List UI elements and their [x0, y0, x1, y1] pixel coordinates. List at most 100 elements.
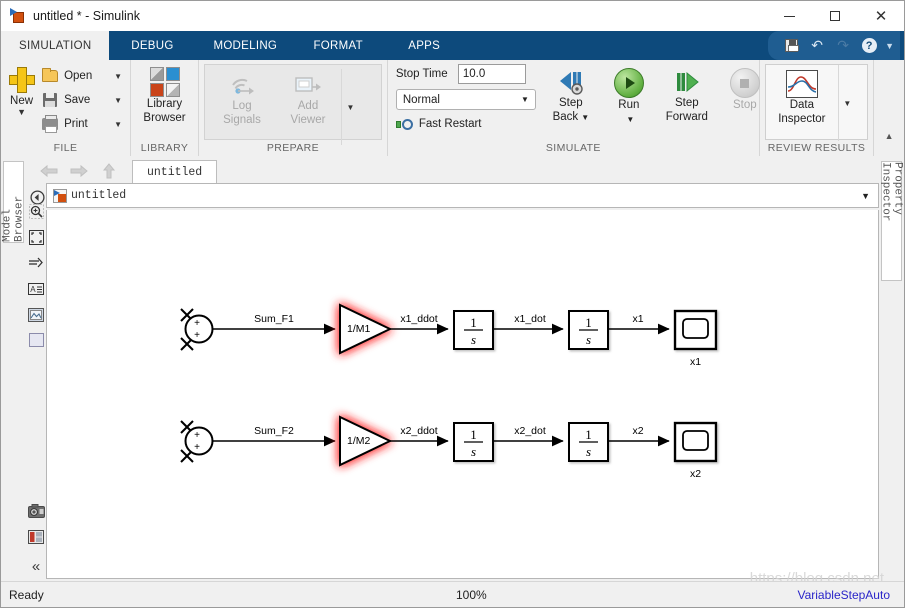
new-button[interactable]: New ▼ — [7, 64, 36, 117]
gain-label-2: 1/M2 — [347, 435, 371, 447]
print-button[interactable]: Print ▼ — [38, 112, 124, 136]
ribbon-group-simulate: Stop Time 10.0 Normal ▼ Fast Restart Ste… — [388, 60, 760, 156]
property-inspector-tab[interactable]: Property Inspector — [880, 161, 904, 281]
step-forward-label-line1: Step — [675, 97, 699, 109]
area-icon[interactable] — [26, 327, 46, 353]
integrator-numerator-1a: 1 — [470, 315, 477, 330]
data-inspector-icon — [785, 70, 818, 98]
add-viewer-label-line1: Add — [297, 100, 319, 112]
new-chevron-down-icon[interactable]: ▼ — [17, 108, 26, 117]
ribbon-collapse-column: ▲ — [874, 60, 904, 156]
simulink-app-icon — [10, 8, 26, 24]
signal-label-x1: x1 — [632, 313, 643, 325]
scope-block-2[interactable]: x2 — [673, 421, 718, 480]
close-button[interactable]: ✕ — [858, 1, 904, 31]
collapse-toolbar-icon[interactable]: « — [26, 553, 46, 579]
nav-back-icon[interactable] — [34, 159, 64, 183]
sum-sign-1: + — [194, 430, 200, 441]
step-forward-label-line2: Forward — [665, 111, 708, 123]
integrator-block-1b[interactable]: 1 s — [568, 310, 609, 350]
step-back-button[interactable]: Step Back ▼ — [542, 65, 600, 125]
model-canvas[interactable]: + + Sum_F1 1/M1 x1_ddot 1 s x1_dot 1 s x… — [46, 210, 879, 579]
print-chevron-down-icon[interactable]: ▼ — [114, 120, 122, 129]
quick-access-chevron-down-icon[interactable]: ▼ — [885, 41, 894, 51]
redo-icon[interactable]: ↷ — [831, 35, 855, 57]
scope-block-1[interactable]: x1 — [673, 309, 718, 368]
folder-icon — [40, 68, 60, 82]
model-tab-untitled[interactable]: untitled — [132, 160, 218, 183]
image-icon[interactable] — [26, 302, 46, 328]
status-ready-text: Ready — [9, 587, 44, 602]
save-icon[interactable] — [779, 35, 803, 57]
breadcrumb-chevron-down-icon[interactable]: ▼ — [861, 191, 870, 201]
save-button[interactable]: Save ▼ — [38, 88, 124, 112]
report-icon[interactable] — [26, 524, 46, 550]
prepare-overflow-chevron-down-icon[interactable]: ▼ — [341, 69, 359, 145]
integrator-numerator-2b: 1 — [585, 427, 592, 442]
review-overflow-chevron-down-icon[interactable]: ▼ — [837, 65, 856, 141]
camera-icon[interactable] — [26, 498, 46, 524]
minimize-button[interactable] — [766, 1, 812, 31]
library-browser-button[interactable]: Library Browser — [137, 64, 192, 125]
maximize-button[interactable] — [812, 1, 858, 31]
data-inspector-button[interactable]: Data Inspector — [766, 65, 838, 126]
simulation-mode-select[interactable]: Normal ▼ — [395, 89, 536, 110]
sum-block-2[interactable]: + + — [180, 420, 214, 463]
tab-debug[interactable]: DEBUG — [109, 31, 195, 60]
fit-to-view-icon[interactable] — [26, 225, 46, 251]
simulation-settings: Stop Time 10.0 Normal ▼ Fast Restart — [388, 60, 542, 133]
run-icon — [613, 68, 644, 98]
breadcrumb: untitled ▼ — [46, 183, 879, 208]
undo-icon[interactable]: ↶ — [805, 35, 829, 57]
status-solver[interactable]: VariableStepAuto — [797, 588, 890, 602]
library-browser-icon — [149, 67, 180, 97]
tab-format[interactable]: FORMAT — [295, 31, 381, 60]
tab-apps[interactable]: APPS — [381, 31, 467, 60]
sum-block-1[interactable]: + + — [180, 308, 214, 351]
log-signals-label-line2: Signals — [223, 114, 261, 126]
status-zoom-level[interactable]: 100% — [456, 588, 487, 602]
model-browser-tab[interactable]: Model Browser — [2, 161, 26, 243]
annotation-icon[interactable]: A — [26, 276, 46, 302]
run-button[interactable]: Run ▼ — [600, 65, 658, 127]
breadcrumb-model-name: untitled — [71, 189, 127, 202]
fast-restart-toggle[interactable]: Fast Restart — [395, 115, 536, 133]
signal-label-x1-dot: x1_dot — [514, 313, 546, 325]
stop-time-input[interactable]: 10.0 — [457, 64, 526, 84]
editor-navbar: untitled — [26, 157, 879, 183]
integrator-denominator-1b: s — [586, 332, 591, 347]
nav-up-icon[interactable] — [94, 159, 124, 183]
zoom-in-icon[interactable] — [26, 199, 46, 225]
disk-icon — [40, 93, 60, 107]
signal-label-sum-f2: Sum_F2 — [254, 425, 294, 437]
window-controls: ✕ — [766, 1, 904, 31]
group-label-simulate: SIMULATE — [545, 142, 601, 154]
log-signals-icon — [228, 73, 256, 99]
tab-modeling[interactable]: MODELING — [195, 31, 295, 60]
gain-label-1: 1/M1 — [347, 323, 371, 335]
data-inspector-label-line1: Data — [789, 99, 814, 111]
integrator-block-2b[interactable]: 1 s — [568, 422, 609, 462]
gain-block-2[interactable]: 1/M2 — [339, 415, 393, 467]
log-signals-button[interactable]: Log Signals — [209, 69, 275, 127]
add-viewer-icon — [294, 73, 322, 99]
integrator-block-1a[interactable]: 1 s — [453, 310, 494, 350]
simulink-window: untitled * - Simulink ✕ SIMULATION DEBUG… — [0, 0, 905, 608]
nav-forward-icon[interactable] — [64, 159, 94, 183]
library-browser-label-line1: Library — [146, 98, 183, 110]
signal-routing-icon[interactable] — [26, 250, 46, 276]
tab-simulation[interactable]: SIMULATION — [1, 31, 110, 60]
svg-text:A: A — [30, 285, 36, 294]
group-label-library: LIBRARY — [140, 142, 189, 154]
status-bar: Ready 100% VariableStepAuto — [1, 581, 904, 607]
collapse-ribbon-icon[interactable]: ▲ — [881, 128, 897, 144]
gain-block-1[interactable]: 1/M1 — [339, 303, 393, 355]
title-bar: untitled * - Simulink ✕ — [1, 1, 904, 31]
integrator-block-2a[interactable]: 1 s — [453, 422, 494, 462]
open-button[interactable]: Open ▼ — [38, 64, 124, 88]
save-chevron-down-icon[interactable]: ▼ — [114, 96, 122, 105]
step-forward-button[interactable]: Step Forward — [658, 65, 716, 124]
open-chevron-down-icon[interactable]: ▼ — [114, 72, 122, 81]
add-viewer-button[interactable]: Add Viewer — [275, 69, 341, 127]
help-icon[interactable]: ? — [857, 35, 881, 57]
